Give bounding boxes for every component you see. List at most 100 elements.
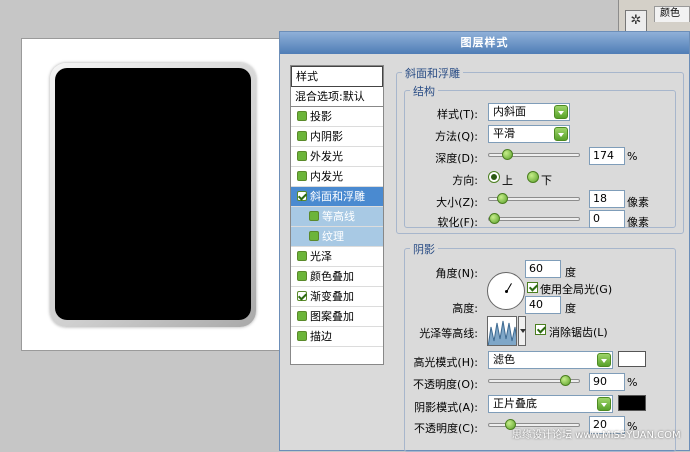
angle-unit: 度 [565,266,576,279]
style-checkbox[interactable] [297,271,307,281]
document-canvas [21,38,291,351]
style-item-label: 描边 [310,330,332,343]
anti-alias-checkbox[interactable] [535,324,546,335]
structure-title: 结构 [410,83,438,99]
style-checkbox[interactable] [297,111,307,121]
soften-slider[interactable] [488,213,580,224]
depth-slider[interactable] [488,149,580,160]
soften-slider-handle[interactable] [489,213,500,224]
style-item-label: 等高线 [322,210,355,223]
style-item-label: 颜色叠加 [310,270,354,283]
color-palette-tab[interactable]: 颜色 [654,6,690,22]
style-item-label: 图案叠加 [310,310,354,323]
global-light-checkbox[interactable] [527,282,538,293]
technique-value: 平滑 [493,127,515,140]
style-item[interactable]: 投影 [291,107,383,127]
angle-input[interactable]: 60 [525,260,561,278]
anti-alias-label: 消除锯齿(L) [549,326,608,339]
style-item[interactable]: 纹理 [291,227,383,247]
soften-label: 软化(F): [437,216,478,229]
depth-unit: % [627,150,638,163]
highlight-opacity-handle[interactable] [560,375,571,386]
bevel-group-title: 斜面和浮雕 [402,65,463,81]
chevron-down-icon[interactable] [597,353,611,367]
style-checkbox[interactable] [297,331,307,341]
highlight-opacity-label: 不透明度(O): [413,378,478,391]
style-checkbox[interactable] [297,191,307,201]
highlight-opacity-slider[interactable] [488,375,580,386]
size-slider-handle[interactable] [497,193,508,204]
style-checkbox[interactable] [297,171,307,181]
gloss-contour-label: 光泽等高线: [419,327,478,340]
shadow-mode-value: 正片叠底 [493,397,537,410]
style-item[interactable]: 渐变叠加 [291,287,383,307]
layer-style-dialog: 图层样式 样式 混合选项:默认 投影 内阴影 外发光 内发光 斜面和浮雕 等高线 纹理 光泽颜… [279,31,690,452]
highlight-mode-value: 滤色 [493,353,515,366]
chevron-down-icon[interactable] [554,105,568,119]
snowflake-icon[interactable]: ✲ [625,10,647,32]
direction-down-radio[interactable] [527,171,539,183]
style-item[interactable]: 图案叠加 [291,307,383,327]
technique-label: 方法(Q): [435,130,478,143]
style-item-label: 外发光 [310,150,343,163]
gloss-contour-preview[interactable] [487,316,517,346]
style-checkbox[interactable] [309,211,319,221]
style-item-label: 光泽 [310,250,332,263]
shading-title: 阴影 [410,241,438,257]
depth-label: 深度(D): [435,152,478,165]
chevron-down-icon[interactable] [554,127,568,141]
style-item[interactable]: 内阴影 [291,127,383,147]
depth-slider-handle[interactable] [502,149,513,160]
style-item-label: 内发光 [310,170,343,183]
style-item[interactable]: 内发光 [291,167,383,187]
style-item-label: 渐变叠加 [310,290,354,303]
style-item[interactable]: 外发光 [291,147,383,167]
style-checkbox[interactable] [297,311,307,321]
shadow-mode-select[interactable]: 正片叠底 [488,395,613,413]
black-card-fill [55,68,251,320]
style-checkbox[interactable] [309,231,319,241]
size-unit: 像素 [627,196,649,209]
soften-input[interactable]: 0 [589,210,625,228]
chevron-down-icon[interactable] [518,316,526,346]
style-checkbox[interactable] [297,251,307,261]
technique-select[interactable]: 平滑 [488,125,570,143]
style-checkbox[interactable] [297,131,307,141]
style-item-label: 内阴影 [310,130,343,143]
size-slider[interactable] [488,193,580,204]
size-input[interactable]: 18 [589,190,625,208]
style-label: 样式(T): [436,108,478,121]
style-item[interactable]: 等高线 [291,207,383,227]
angle-label: 角度(N): [435,267,478,280]
direction-up-radio[interactable] [488,171,500,183]
bevel-style-value: 内斜面 [493,105,526,118]
styles-header[interactable]: 样式 [291,66,383,87]
size-label: 大小(Z): [436,196,478,209]
style-checkbox[interactable] [297,291,307,301]
global-light-label: 使用全局光(G) [540,283,613,296]
angle-dial[interactable] [487,272,525,310]
bevel-card-preview [50,63,256,327]
soften-unit: 像素 [627,216,649,229]
shadow-color-swatch[interactable] [618,395,646,411]
highlight-mode-select[interactable]: 滤色 [488,351,613,369]
bevel-style-select[interactable]: 内斜面 [488,103,570,121]
depth-input[interactable]: 174 [589,147,625,165]
altitude-input[interactable]: 40 [525,296,561,314]
style-item-label: 投影 [310,110,332,123]
style-checkbox[interactable] [297,151,307,161]
highlight-color-swatch[interactable] [618,351,646,367]
style-item[interactable]: 斜面和浮雕 [291,187,383,207]
shadow-mode-label: 阴影模式(A): [414,401,478,414]
highlight-opacity-input[interactable]: 90 [589,373,625,391]
shadow-opacity-label: 不透明度(C): [414,422,478,435]
direction-up-label: 上 [502,174,513,187]
style-item[interactable]: 光泽 [291,247,383,267]
chevron-down-icon[interactable] [597,397,611,411]
styles-list: 样式 混合选项:默认 投影内阴影外发光内发光斜面和浮雕等高线纹理光泽颜色叠加渐变… [290,65,384,365]
altitude-unit: 度 [565,302,576,315]
style-item[interactable]: 颜色叠加 [291,267,383,287]
direction-label: 方向: [452,174,478,187]
style-item[interactable]: 描边 [291,327,383,347]
blend-options-item[interactable]: 混合选项:默认 [291,87,383,107]
